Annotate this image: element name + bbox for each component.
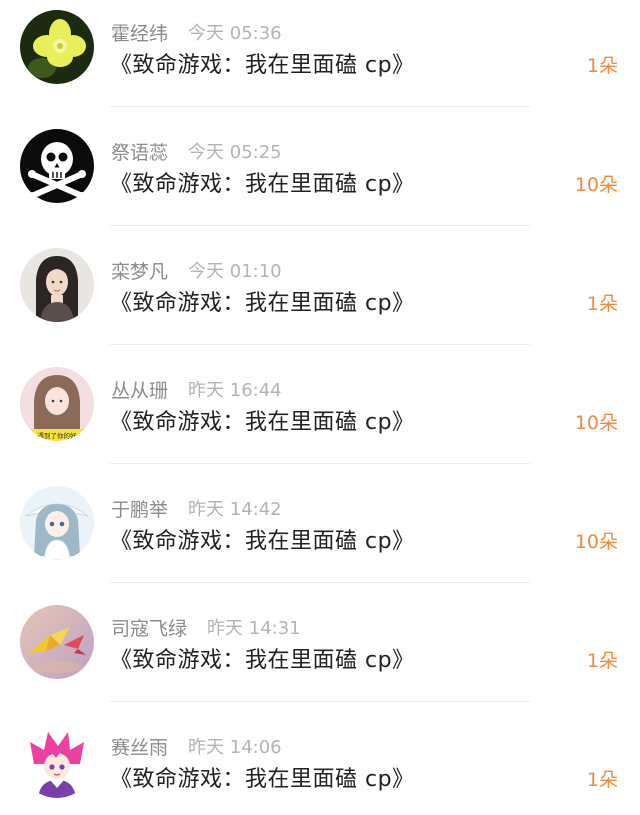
comment-title[interactable]: 《致命游戏：我在里面磕 cp》 xyxy=(110,285,415,317)
username[interactable]: 赛丝雨 xyxy=(111,733,168,760)
timestamp: 昨天 16:44 xyxy=(188,380,282,401)
comment-meta: 栾梦凡 今天 01:10 xyxy=(111,257,282,283)
gift-count: 10朵 xyxy=(574,531,618,553)
comment-title[interactable]: 《致命游戏：我在里面磕 cp》 xyxy=(110,761,415,793)
timestamp: 昨天 14:42 xyxy=(188,499,282,520)
comment-title[interactable]: 《致命游戏：我在里面磕 cp》 xyxy=(110,47,415,79)
pink-hair-anime-avatar[interactable] xyxy=(20,724,94,798)
username[interactable]: 司寇飞绿 xyxy=(111,614,187,641)
comment-title[interactable]: 《致命游戏：我在里面磕 cp》 xyxy=(110,166,415,198)
comment-row[interactable]: 司寇飞绿 昨天 14:31 《致命游戏：我在里面磕 cp》 1朵 xyxy=(0,595,640,714)
avatar-caption: 遇到了你的好 xyxy=(38,431,78,440)
girl-portrait-avatar[interactable] xyxy=(20,248,94,322)
paper-crane-avatar[interactable] xyxy=(20,605,94,679)
row-divider xyxy=(110,225,530,226)
row-divider xyxy=(110,582,530,583)
skull-crossbones-avatar[interactable] xyxy=(20,129,94,203)
girl-photo-avatar[interactable]: 遇到了你的好 xyxy=(20,367,94,441)
timestamp: 昨天 14:31 xyxy=(207,618,301,639)
timestamp: 今天 01:10 xyxy=(188,261,282,282)
comment-row[interactable]: 栾梦凡 今天 01:10 《致命游戏：我在里面磕 cp》 1朵 xyxy=(0,238,640,357)
gift-count: 1朵 xyxy=(586,769,618,791)
comment-meta: 赛丝雨 昨天 14:06 xyxy=(111,733,282,759)
comment-meta: 祭语蕊 今天 05:25 xyxy=(111,138,282,164)
yellow-flower-avatar[interactable] xyxy=(20,10,94,84)
timestamp: 昨天 14:06 xyxy=(188,737,282,758)
comment-meta: 丛从珊 昨天 16:44 xyxy=(111,376,282,402)
comment-row[interactable]: 遇到了你的好 丛从珊 昨天 16:44 《致命游戏：我在里面磕 cp》 10朵 xyxy=(0,357,640,476)
username[interactable]: 祭语蕊 xyxy=(111,138,168,165)
gift-count: 1朵 xyxy=(586,650,618,672)
username[interactable]: 于鹏举 xyxy=(111,495,168,522)
comment-meta: 霍经纬 今天 05:36 xyxy=(111,19,282,45)
comment-title[interactable]: 《致命游戏：我在里面磕 cp》 xyxy=(110,523,415,555)
row-divider xyxy=(110,344,530,345)
row-divider xyxy=(110,463,530,464)
username[interactable]: 霍经纬 xyxy=(111,19,168,46)
comment-title[interactable]: 《致命游戏：我在里面磕 cp》 xyxy=(110,642,415,674)
comment-meta: 司寇飞绿 昨天 14:31 xyxy=(111,614,301,640)
comment-row[interactable]: 赛丝雨 昨天 14:06 《致命游戏：我在里面磕 cp》 1朵 xyxy=(0,714,640,815)
comment-title[interactable]: 《致命游戏：我在里面磕 cp》 xyxy=(110,404,415,436)
comment-row[interactable]: 祭语蕊 今天 05:25 《致命游戏：我在里面磕 cp》 10朵 xyxy=(0,119,640,238)
username[interactable]: 丛从珊 xyxy=(111,376,168,403)
gift-count: 10朵 xyxy=(574,412,618,434)
gift-count: 1朵 xyxy=(586,293,618,315)
row-divider xyxy=(110,701,530,702)
comment-row[interactable]: 于鹏举 昨天 14:42 《致命游戏：我在里面磕 cp》 10朵 xyxy=(0,476,640,595)
username[interactable]: 栾梦凡 xyxy=(111,257,168,284)
comment-row[interactable]: 霍经纬 今天 05:36 《致命游戏：我在里面磕 cp》 1朵 xyxy=(0,0,640,119)
timestamp: 今天 05:25 xyxy=(188,142,282,163)
gift-count: 10朵 xyxy=(574,174,618,196)
anime-girl-avatar[interactable] xyxy=(20,486,94,560)
timestamp: 今天 05:36 xyxy=(188,23,282,44)
comment-list: 霍经纬 今天 05:36 《致命游戏：我在里面磕 cp》 1朵 祭语蕊 今天 0… xyxy=(0,0,640,815)
comment-meta: 于鹏举 昨天 14:42 xyxy=(111,495,282,521)
gift-count: 1朵 xyxy=(586,55,618,77)
row-divider xyxy=(110,106,530,107)
